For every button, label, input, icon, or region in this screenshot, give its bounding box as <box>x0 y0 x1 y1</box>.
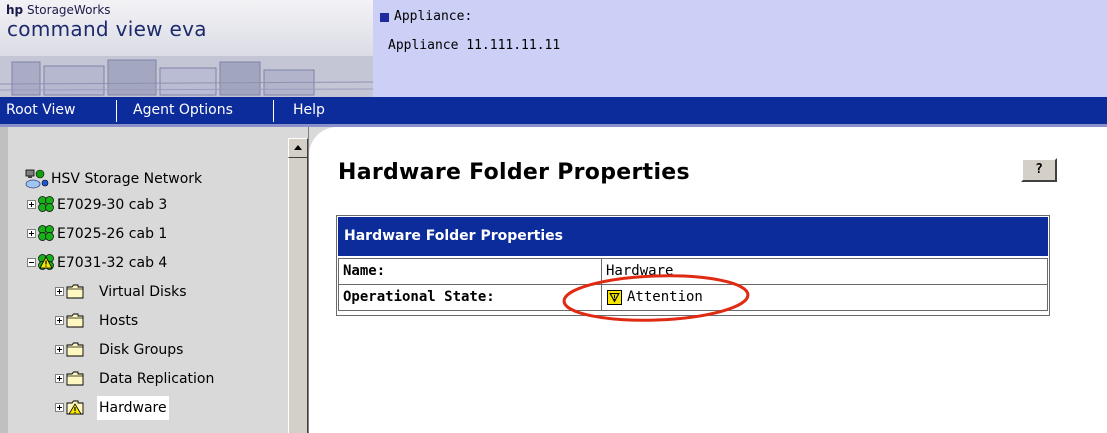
cabinet-warning-icon <box>38 254 54 270</box>
expand-icon[interactable] <box>55 287 64 296</box>
expand-icon[interactable] <box>55 403 64 412</box>
page-title: Hardware Folder Properties <box>338 160 690 185</box>
tree-item-label: Data Replication <box>99 371 215 387</box>
nav-agent-options[interactable]: Agent Options <box>133 97 233 124</box>
tree-item-label: E7025-26 cab 1 <box>57 226 168 242</box>
storage-hardware-art <box>0 56 373 97</box>
navigation-tree: HSV Storage Network E7029-30 cab 3 E7025… <box>8 127 288 433</box>
nav-help[interactable]: Help <box>293 97 325 124</box>
table-header: Hardware Folder Properties <box>338 217 1048 257</box>
tree-item-label: Virtual Disks <box>99 284 187 300</box>
property-name: Name: <box>338 258 602 285</box>
sidebar-border <box>0 127 8 433</box>
tree-item-label: E7029-30 cab 3 <box>57 197 168 213</box>
expand-icon[interactable] <box>55 316 64 325</box>
appliance-panel: Appliance: Appliance 11.111.11.11 <box>373 0 1107 97</box>
nav-divider <box>273 100 274 122</box>
scrollbar-thumb[interactable] <box>288 158 308 433</box>
expand-icon[interactable] <box>27 200 36 209</box>
bullet-square-icon <box>380 13 389 22</box>
logo-banner: hp StorageWorks command view eva <box>0 0 373 97</box>
appliance-label: Appliance: <box>394 9 473 24</box>
collapse-icon[interactable] <box>27 258 36 267</box>
tree-item-label-selected: Hardware <box>97 396 169 420</box>
folder-icon <box>66 342 84 357</box>
attention-icon <box>607 290 622 305</box>
nav-root-view[interactable]: Root View <box>6 97 75 124</box>
sidebar-divider <box>308 127 309 433</box>
tree-item-label: Disk Groups <box>99 342 184 358</box>
status-text: Attention <box>627 289 703 305</box>
table-header-title: Hardware Folder Properties <box>344 228 563 244</box>
folder-icon <box>66 371 84 386</box>
table-row: Name: Hardware <box>338 258 1048 285</box>
tree-item-label: HSV Storage Network <box>51 171 203 187</box>
top-nav: Root View Agent Options Help <box>0 97 1107 124</box>
folder-icon <box>66 284 84 299</box>
brand-line: hp StorageWorks <box>6 3 111 17</box>
property-value: Hardware <box>601 258 1048 285</box>
network-icon <box>25 169 49 189</box>
tree-item-label: Hosts <box>99 313 139 329</box>
arrow-up-icon <box>294 145 302 150</box>
sidebar: HSV Storage Network E7029-30 cab 3 E7025… <box>0 127 309 433</box>
table-row: Operational State: Attention <box>338 284 1048 311</box>
product-title: command view eva <box>7 17 207 41</box>
properties-table: Hardware Folder Properties Name: Hardwar… <box>336 215 1050 316</box>
cabinet-icon <box>38 196 54 212</box>
expand-icon[interactable] <box>27 229 36 238</box>
expand-icon[interactable] <box>55 345 64 354</box>
property-name: Operational State: <box>338 284 602 311</box>
nav-divider <box>116 100 117 122</box>
cabinet-icon <box>38 225 54 241</box>
scroll-up-button[interactable] <box>288 138 308 158</box>
expand-icon[interactable] <box>55 374 64 383</box>
tree-item-label: E7031-32 cab 4 <box>57 255 168 271</box>
folder-warning-icon <box>66 400 84 415</box>
folder-icon <box>66 313 84 328</box>
appliance-value: Appliance 11.111.11.11 <box>388 38 561 53</box>
property-value-status: Attention <box>601 284 1048 311</box>
help-button[interactable]: ? <box>1021 158 1057 182</box>
